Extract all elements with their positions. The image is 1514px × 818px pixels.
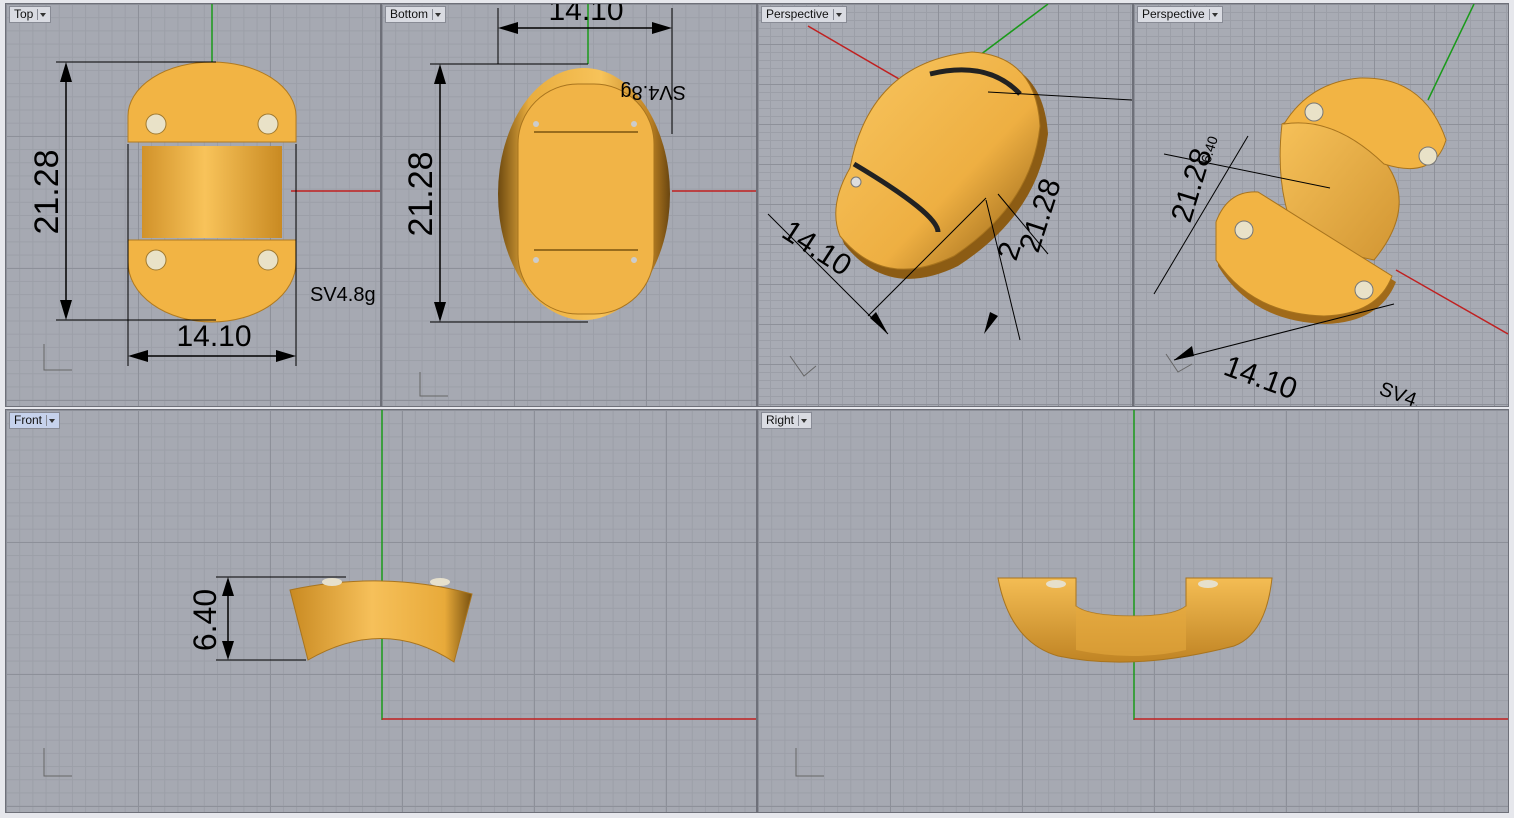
width-dimension-text: 14.10 [548,4,623,27]
front-view-canvas: 6.40 [43,410,756,777]
viewport-menu-arrow-icon[interactable] [46,415,56,426]
viewport-menu-arrow-icon[interactable] [432,9,442,20]
right-viewport-label[interactable]: Right [761,412,813,429]
weight-label-mirrored: SV4.8g [620,81,686,103]
viewport-title: Top [14,7,34,21]
perspective-viewport-1-label[interactable]: Perspective [761,6,847,23]
height-dimension-text: 21.28 [28,149,66,234]
cplane-axes-icon [789,355,817,377]
viewport-menu-arrow-icon[interactable] [37,9,47,20]
height-dimension-text: 21.28 [402,151,440,236]
viewport-title: Perspective [766,7,829,21]
viewport-menu-arrow-icon[interactable] [1208,9,1219,20]
front-ring-profile [289,580,473,663]
cplane-axes-icon [419,372,448,397]
perspective-viewport-1[interactable]: Perspective 14.10 21.28 2 [757,3,1133,407]
top-view-canvas: 21.28 14.10 SV4.8g [28,4,380,371]
width-dimension-text: 14.10 [1220,350,1302,406]
weight-label: SV4.8g [310,284,376,306]
gem-setting-icon [257,113,279,135]
thickness-dimension-text: 6.40 [187,589,223,651]
cplane-axes-icon [43,748,72,777]
viewport-title: Perspective [1142,7,1205,21]
top-viewport-label[interactable]: Top [9,6,52,23]
weight-label-fragment: SV4. [1376,378,1424,406]
viewport-menu-arrow-icon[interactable] [832,9,843,20]
gem-setting-icon [145,249,167,271]
top-viewport[interactable]: Top 21.28 14.10 SV4.8g [5,3,381,407]
bottom-viewport-label[interactable]: Bottom [385,6,447,23]
viewport-title: Front [14,413,43,427]
bottom-view-canvas: 14.10 21.28 SV4.8g [402,4,756,397]
viewport-title: Right [766,413,795,427]
front-viewport[interactable]: Front 6.40 [5,409,757,813]
perspective-viewport-2-label[interactable]: Perspective [1137,6,1223,23]
bottom-viewport[interactable]: Bottom 14.10 21.28 SV4.8g [381,3,757,407]
cplane-axes-icon [43,344,72,371]
perspective-2-canvas: 21.28 6.40 14.10 SV4. [1153,4,1508,406]
viewport-menu-arrow-icon[interactable] [798,415,808,426]
front-viewport-label[interactable]: Front [9,412,61,429]
gem-setting-icon [145,113,167,135]
bottom-inner-plate [517,83,655,315]
thickness-dimension-text: 6.40 [1198,134,1221,165]
perspective-1-canvas: 14.10 21.28 2 [767,4,1132,377]
right-view-canvas [795,410,1508,777]
right-viewport[interactable]: Right [757,409,1509,813]
gem-setting-icon [257,249,279,271]
cplane-axes-icon [795,748,824,777]
width-dimension-text: 14.10 [176,320,251,353]
perspective-viewport-2[interactable]: Perspective 21.28 6.40 14.10 SV4. [1133,3,1509,407]
center-band [142,146,282,238]
viewport-title: Bottom [390,7,429,21]
